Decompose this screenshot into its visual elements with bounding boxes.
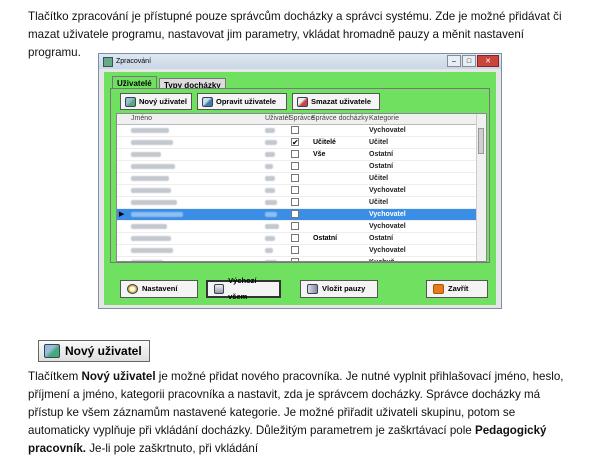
cell-name <box>131 185 171 196</box>
close-window-button[interactable]: ✕ <box>477 55 499 67</box>
defaults-all-button[interactable]: Výchozí všem <box>206 276 281 301</box>
cell-user <box>265 245 273 256</box>
cell-category: Vychovatel <box>369 187 406 194</box>
cell-category: Vychovatel <box>369 247 406 254</box>
window-titlebar: Zpracování – □ ✕ <box>99 54 501 69</box>
cell-category: Učitel <box>369 139 389 146</box>
admin-checkbox[interactable] <box>291 186 299 194</box>
cell-name <box>131 209 183 220</box>
cell-user <box>265 257 277 261</box>
cell-category: Ostatní <box>369 151 394 158</box>
users-grid: Jméno Uživatel / Správce Správce docházk… <box>116 113 487 262</box>
insert-pauses-button[interactable]: Vložit pauzy <box>300 280 378 298</box>
cell-name <box>131 149 161 160</box>
cell-category: Ostatní <box>369 235 394 242</box>
close-button[interactable]: Zavřít <box>426 280 488 298</box>
settings-icon <box>127 284 138 294</box>
cell-name <box>131 233 171 244</box>
cell-name <box>131 245 173 256</box>
cell-user <box>265 185 275 196</box>
window-title: Zpracování <box>116 58 152 65</box>
cell-user <box>265 125 275 136</box>
cell-category: Učitel <box>369 175 389 182</box>
grid-rows: Vychovatel ✔ Učitelé Učitel Vše Ostatní Ostatn… <box>117 125 486 261</box>
col-name[interactable]: Jméno <box>131 114 152 124</box>
cell-attendance-admin: Učitelé <box>313 139 336 146</box>
table-row[interactable]: Vychovatel <box>117 125 486 137</box>
cell-user <box>265 149 275 160</box>
table-row[interactable]: Ostatní Ostatní <box>117 233 486 245</box>
cell-category: Ostatní <box>369 163 394 170</box>
admin-checkbox[interactable] <box>291 222 299 230</box>
admin-checkbox[interactable] <box>291 174 299 182</box>
cell-user <box>265 197 277 208</box>
admin-checkbox[interactable] <box>291 162 299 170</box>
cell-category: Vychovatel <box>369 127 406 134</box>
cell-user <box>265 209 277 220</box>
cell-attendance-admin: Ostatní <box>313 235 338 242</box>
close-check-icon <box>433 284 444 294</box>
grid-header: Jméno Uživatel / Správce Správce docházk… <box>117 114 486 125</box>
edit-user-icon <box>202 96 213 107</box>
table-row[interactable]: Vše Ostatní <box>117 149 486 161</box>
col-category[interactable]: Kategorie <box>369 114 399 124</box>
scrollbar-thumb[interactable] <box>478 128 484 154</box>
cell-category: Učitel <box>369 199 389 206</box>
table-row[interactable]: Ostatní <box>117 161 486 173</box>
table-row[interactable]: Vychovatel <box>117 221 486 233</box>
admin-checkbox[interactable] <box>291 198 299 206</box>
window-client: Typy docházky Uživatelé Nový uživatel Op… <box>104 72 496 305</box>
delete-user-icon <box>297 96 308 107</box>
cell-category: Vychovatel <box>369 223 406 230</box>
col-attendance-admin[interactable]: Správce docházky <box>311 114 368 124</box>
admin-checkbox[interactable] <box>291 246 299 254</box>
admin-checkbox[interactable] <box>291 150 299 158</box>
admin-checkbox[interactable] <box>291 210 299 218</box>
edit-user-button[interactable]: Opravit uživatele <box>197 93 287 110</box>
cell-name <box>131 161 175 172</box>
minimize-button[interactable]: – <box>447 55 461 67</box>
cell-user <box>265 221 279 232</box>
cell-category: Vychovatel <box>369 211 406 218</box>
new-user-icon <box>44 344 60 358</box>
cell-name <box>131 173 169 184</box>
cell-name <box>131 125 169 136</box>
cell-name <box>131 221 167 232</box>
cell-name <box>131 257 163 261</box>
users-panel: Nový uživatel Opravit uživatele Smazat u… <box>110 88 490 263</box>
admin-checkbox[interactable] <box>291 234 299 242</box>
add-user-button[interactable]: Nový uživatel <box>120 93 192 110</box>
pause-icon <box>307 284 318 294</box>
cell-user <box>265 233 275 244</box>
cell-user <box>265 161 273 172</box>
cell-user <box>265 173 275 184</box>
admin-checkbox[interactable] <box>291 126 299 134</box>
grid-scrollbar[interactable] <box>476 114 486 261</box>
table-row[interactable]: Vychovatel <box>117 245 486 257</box>
app-icon <box>103 56 113 67</box>
table-row[interactable]: Učitel <box>117 197 486 209</box>
cell-attendance-admin: Vše <box>313 151 326 158</box>
table-row[interactable]: Vychovatel <box>117 185 486 197</box>
admin-checkbox[interactable] <box>291 258 299 261</box>
row-pointer-icon: ▶ <box>119 211 125 218</box>
table-row[interactable]: ▶ Vychovatel <box>117 209 486 221</box>
cell-name <box>131 197 177 208</box>
description-paragraph: Tlačítkem Nový uživatel je možné přidat … <box>28 370 564 455</box>
admin-checkbox[interactable]: ✔ <box>291 138 299 147</box>
delete-user-button[interactable]: Smazat uživatele <box>292 93 380 110</box>
maximize-button[interactable]: □ <box>462 55 476 67</box>
cell-category: Kuchyň <box>369 257 395 261</box>
table-row[interactable]: Učitel <box>117 173 486 185</box>
add-user-icon <box>125 96 136 107</box>
settings-button[interactable]: Nastavení <box>120 280 198 298</box>
defaults-icon <box>214 284 225 294</box>
new-user-button-large[interactable]: Nový uživatel <box>38 340 150 362</box>
processing-window: Zpracování – □ ✕ Typy docházky Uživatelé… <box>98 53 502 309</box>
cell-user <box>265 137 277 148</box>
bold-new-user: Nový uživatel <box>81 370 156 383</box>
table-row[interactable]: ✔ Učitelé Učitel <box>117 137 486 149</box>
cell-name <box>131 137 173 148</box>
table-row[interactable]: Kuchyň <box>117 257 486 261</box>
